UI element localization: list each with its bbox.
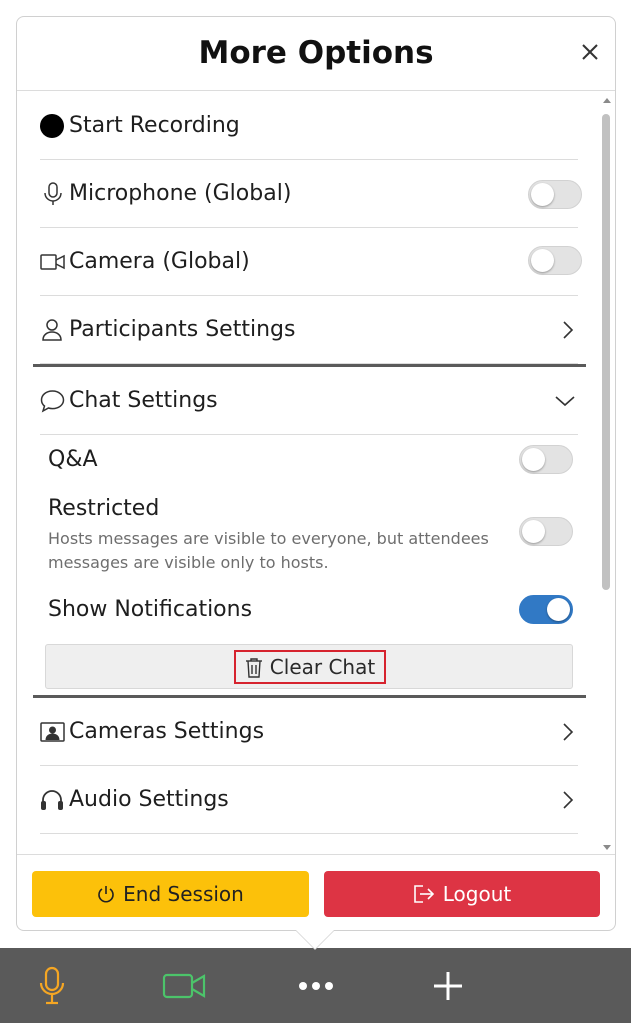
options-scroll-area[interactable]: Start Recording Microphone (Global) Came [17,92,615,854]
show-notifications-toggle[interactable] [519,595,573,624]
plus-icon [434,971,462,1000]
record-dot-icon [40,92,64,160]
video-camera-icon [162,973,206,998]
end-session-label: End Session [123,882,244,906]
scroll-up-arrow-icon[interactable] [603,98,611,103]
qa-toggle[interactable] [519,445,573,474]
chevron-right-icon [563,723,574,741]
microphone-global-toggle[interactable] [528,180,582,209]
cameras-settings-item[interactable]: Cameras Settings [40,698,578,766]
microphone-global-item: Microphone (Global) [40,160,582,228]
start-recording-item[interactable]: Start Recording [40,92,578,160]
logout-button[interactable]: Logout [324,871,600,917]
power-icon [98,886,114,903]
dialog-footer: End Session Logout [17,854,615,930]
camera-global-item: Camera (Global) [40,228,582,296]
clear-chat-button[interactable]: Clear Chat [45,644,573,689]
microphone-global-label: Microphone (Global) [69,181,292,206]
bottom-toolbar [0,948,631,1023]
camera-global-toggle[interactable] [528,246,582,275]
camera-global-label: Camera (Global) [69,249,250,274]
chat-bubble-icon [40,367,65,435]
chat-settings-header[interactable]: Chat Settings [40,367,578,435]
headphones-icon [40,766,64,834]
clear-chat-label: Clear Chat [269,655,376,679]
start-recording-label: Start Recording [69,113,240,138]
restricted-description: Hosts messages are visible to everyone, … [48,529,489,572]
chevron-down-icon [555,396,575,407]
dialog-title: More Options [198,35,434,71]
participants-settings-label: Participants Settings [69,317,296,342]
toolbar-add-button[interactable] [418,948,478,1023]
video-camera-icon [40,228,65,296]
vertical-scrollbar[interactable] [601,96,611,852]
toolbar-more-button[interactable] [286,948,346,1023]
cameras-settings-label: Cameras Settings [69,719,265,744]
chevron-right-icon [563,791,574,809]
restricted-label: Restricted [48,496,160,521]
qa-label: Q&A [48,447,98,472]
more-options-dialog: More Options Start Recording Microphone … [16,16,616,931]
participants-settings-item[interactable]: Participants Settings [40,296,578,364]
chat-settings-label: Chat Settings [69,388,218,413]
show-notifications-label: Show Notifications [48,597,253,622]
chevron-right-icon [563,321,574,339]
microphone-icon [43,160,63,228]
logout-icon [413,885,434,903]
end-session-button[interactable]: End Session [32,871,309,917]
scrollbar-thumb[interactable] [602,114,610,590]
dialog-header: More Options [17,17,615,91]
clear-chat-highlight: Clear Chat [234,650,386,684]
person-icon [42,296,62,364]
scroll-down-arrow-icon[interactable] [603,845,611,850]
more-dots-icon [299,981,333,990]
logout-label: Logout [442,882,512,906]
camera-frame-icon [40,698,65,766]
microphone-icon [39,966,65,1004]
trash-icon [245,657,262,678]
audio-settings-item[interactable]: Audio Settings [40,766,578,834]
audio-settings-label: Audio Settings [69,787,229,812]
close-icon[interactable] [579,41,601,63]
toolbar-microphone-button[interactable] [22,948,82,1023]
restricted-toggle[interactable] [519,517,573,546]
toolbar-camera-button[interactable] [154,948,214,1023]
dialog-pointer [296,930,334,949]
